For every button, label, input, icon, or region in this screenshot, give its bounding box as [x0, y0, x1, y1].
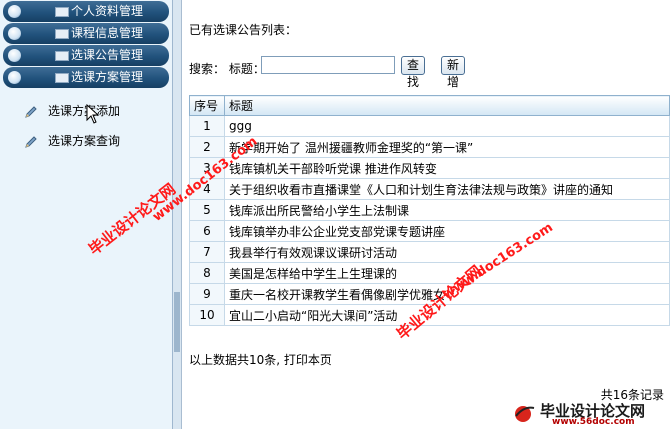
bullet-icon [8, 27, 21, 40]
row-title[interactable]: 钱库派出所民警给小学生上法制课 [224, 199, 670, 221]
envelope-icon [55, 29, 69, 39]
scrollbar-thumb[interactable] [174, 292, 180, 352]
menu-announcement[interactable]: 选课公告管理 [3, 45, 169, 66]
sub-item-label: 选课方案查询 [48, 134, 121, 148]
row-number: 8 [189, 262, 225, 284]
site-logo: 毕业设计论文网 www.56doc.com [512, 400, 668, 428]
announcement-table: 序号 标题 1 ggg 2 新学期开始了 温州援疆教师金理奖的“第一课” 3 钱库镇机… [189, 95, 670, 326]
new-button[interactable]: 新增 [441, 56, 466, 89]
sub-item-query-plan[interactable]: 选课方案查询 [0, 126, 172, 156]
row-title[interactable]: ggg [224, 115, 670, 137]
table-row[interactable]: 7 我县举行有效观课议课研讨活动 [189, 241, 670, 263]
row-number: 7 [189, 241, 225, 263]
row-title[interactable]: 钱库镇举办非公企业党支部党课专题讲座 [224, 220, 670, 242]
table-row[interactable]: 2 新学期开始了 温州援疆教师金理奖的“第一课” [189, 136, 670, 158]
row-title[interactable]: 我县举行有效观课议课研讨活动 [224, 241, 670, 263]
menu-course-plan[interactable]: 选课方案管理 [3, 67, 169, 88]
row-number: 2 [189, 136, 225, 158]
menu-label: 选课公告管理 [71, 48, 144, 62]
menu-label: 选课方案管理 [71, 70, 144, 84]
table-row[interactable]: 8 美国是怎样给中学生上生理课的 [189, 262, 670, 284]
main-content: 已有选课公告列表： 搜索： 标题： 查找 新增 序号 标题 1 ggg 2 新学期开… [189, 0, 670, 429]
list-title: 已有选课公告列表： [189, 23, 298, 37]
row-number: 6 [189, 220, 225, 242]
search-label: 搜索： 标题： [189, 62, 265, 76]
row-number: 1 [189, 115, 225, 137]
find-button[interactable]: 查找 [401, 56, 426, 89]
table-row[interactable]: 3 钱库镇机关干部聆听党课 推进作风转变 [189, 157, 670, 179]
menu-label: 课程信息管理 [71, 26, 144, 40]
pencil-icon [25, 106, 37, 118]
bullet-icon [8, 5, 21, 18]
bullet-icon [8, 49, 21, 62]
column-header-title: 标题 [224, 95, 670, 116]
table-row[interactable]: 6 钱库镇举办非公企业党支部党课专题讲座 [189, 220, 670, 242]
menu-course-info[interactable]: 课程信息管理 [3, 23, 169, 44]
logo-url: www.56doc.com [552, 417, 635, 427]
row-title[interactable]: 关于组织收看市直播课堂《人口和计划生育法律法规与政策》讲座的通知 [224, 178, 670, 200]
mouse-cursor-icon [86, 104, 100, 124]
row-number: 9 [189, 283, 225, 305]
row-number: 10 [189, 304, 225, 326]
table-row[interactable]: 4 关于组织收看市直播课堂《人口和计划生育法律法规与政策》讲座的通知 [189, 178, 670, 200]
pencil-icon [25, 136, 37, 148]
table-row[interactable]: 1 ggg [189, 115, 670, 137]
table-row[interactable]: 5 钱库派出所民警给小学生上法制课 [189, 199, 670, 221]
table-header-row: 序号 标题 [189, 95, 670, 116]
column-header-no: 序号 [189, 95, 225, 116]
title-search-input[interactable] [261, 56, 395, 74]
bullet-icon [8, 71, 21, 84]
summary-text: 以上数据共10条, 打印本页 [189, 353, 332, 367]
sidebar-scrollbar[interactable] [173, 0, 182, 429]
envelope-icon [55, 73, 69, 83]
sub-item-label: 选课方案添加 [48, 104, 121, 118]
row-number: 5 [189, 199, 225, 221]
logo-ball-icon [515, 406, 535, 422]
envelope-icon [55, 7, 69, 17]
row-title[interactable]: 新学期开始了 温州援疆教师金理奖的“第一课” [224, 136, 670, 158]
row-title[interactable]: 钱库镇机关干部聆听党课 推进作风转变 [224, 157, 670, 179]
menu-label: 个人资料管理 [71, 4, 144, 18]
envelope-icon [55, 51, 69, 61]
menu-personal-info[interactable]: 个人资料管理 [3, 1, 169, 22]
